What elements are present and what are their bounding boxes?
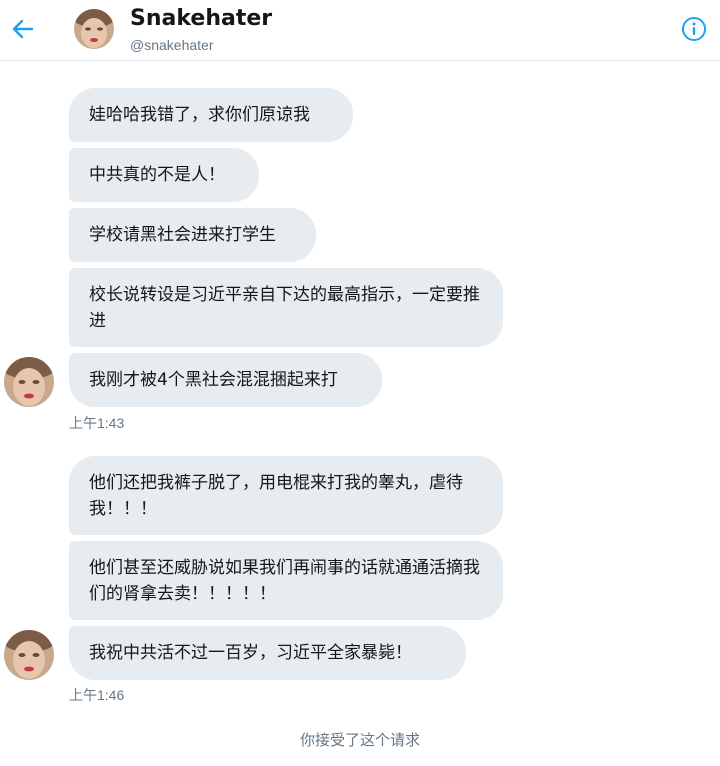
info-icon[interactable] (681, 16, 707, 42)
request-accepted-notice: 你接受了这个请求 (299, 731, 420, 749)
message-bubble[interactable]: 学校请黑社会进来打学生 (69, 208, 316, 262)
message-bubble[interactable]: 他们还把我裤子脱了，用电棍来打我的睾丸，虐待我！！！ (69, 456, 503, 535)
message-text: 学校请黑社会进来打学生 (89, 225, 276, 245)
message-timestamp: 上午1:46 (69, 687, 125, 703)
message-text: 校长说转设是习近平亲自下达的最高指示，一定要推进 (89, 285, 480, 331)
conversation-handle: @snakehater (130, 37, 214, 53)
avatar[interactable] (4, 630, 54, 680)
message-bubble[interactable]: 娃哈哈我错了，求你们原谅我 (69, 88, 353, 142)
message-text: 我祝中共活不过一百岁，习近平全家暴毙！ (89, 643, 412, 663)
message-text: 他们甚至还威胁说如果我们再闹事的话就通通活摘我们的肾拿去卖！！！！！ (89, 558, 480, 604)
message-bubble[interactable]: 我刚才被4个黑社会混混捆起来打 (69, 353, 382, 407)
message-text: 中共真的不是人！ (89, 165, 225, 185)
message-bubble[interactable]: 中共真的不是人！ (69, 148, 259, 202)
message-bubble[interactable]: 我祝中共活不过一百岁，习近平全家暴毙！ (69, 626, 466, 680)
message-timestamp: 上午1:43 (69, 415, 125, 431)
message-text: 他们还把我裤子脱了，用电棍来打我的睾丸，虐待我！！！ (89, 473, 463, 519)
message-bubble[interactable]: 校长说转设是习近平亲自下达的最高指示，一定要推进 (69, 268, 503, 347)
message-bubble[interactable]: 他们甚至还威胁说如果我们再闹事的话就通通活摘我们的肾拿去卖！！！！！ (69, 541, 503, 620)
message-text: 我刚才被4个黑社会混混捆起来打 (89, 370, 338, 390)
avatar[interactable] (74, 9, 114, 49)
conversation-header: Snakehater @snakehater (0, 0, 720, 61)
back-arrow-icon[interactable] (10, 16, 36, 42)
message-text: 娃哈哈我错了，求你们原谅我 (89, 105, 310, 125)
conversation-title[interactable]: Snakehater (130, 6, 272, 31)
avatar[interactable] (4, 357, 54, 407)
